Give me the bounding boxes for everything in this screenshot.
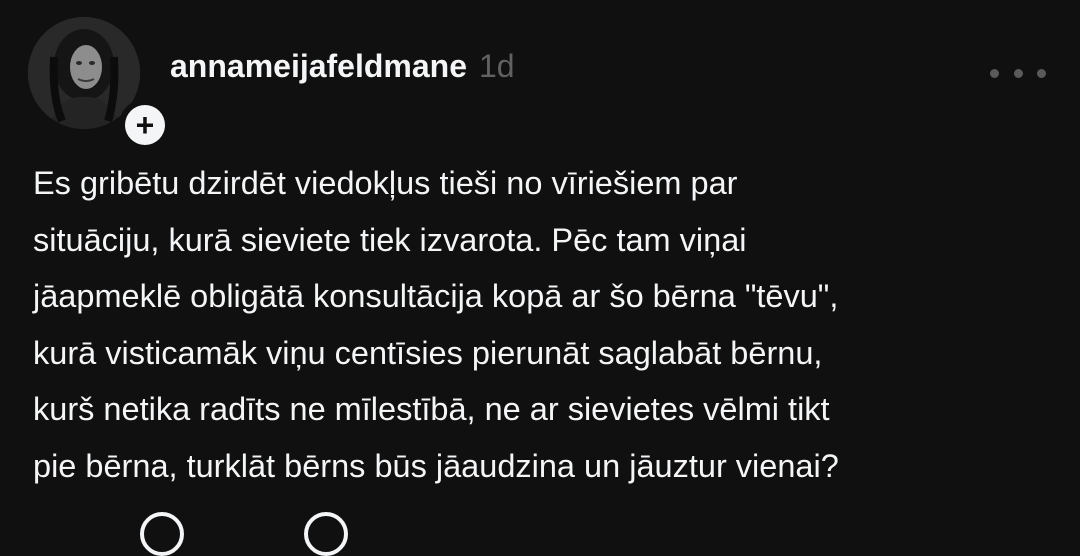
thread-post: + annameijafeldmane 1d Es gribētu dzirdē…	[0, 0, 1080, 556]
follow-button[interactable]: +	[119, 99, 171, 151]
post-text-line: Es gribētu dzirdēt viedokļus tieši no vī…	[33, 165, 738, 201]
more-horizontal-icon	[990, 68, 999, 78]
more-horizontal-icon	[1037, 68, 1046, 78]
username-link[interactable]: annameijafeldmane	[170, 48, 467, 85]
comment-icon[interactable]	[304, 512, 348, 556]
post-text-line: pie bērna, turklāt bērns būs jāaudzina u…	[33, 447, 839, 484]
post-text-line: kurš netika radīts ne mīlestībā, ne ar s…	[33, 391, 830, 427]
more-horizontal-icon	[1013, 68, 1023, 78]
more-options-button[interactable]	[990, 58, 1046, 88]
post-text-line: kurā visticamāk viņu centīsies pierunāt …	[33, 334, 823, 371]
post-text: Es gribētu dzirdēt viedokļus tieši no vī…	[33, 155, 1063, 494]
avatar-container: +	[28, 17, 171, 151]
like-icon[interactable]	[140, 512, 184, 556]
plus-icon: +	[125, 105, 165, 145]
post-actions	[140, 512, 348, 556]
post-text-line: situāciju, kurā sieviete tiek izvarota. …	[33, 221, 747, 258]
timestamp: 1d	[479, 48, 515, 84]
post-header: annameijafeldmane 1d	[170, 48, 515, 96]
post-text-line: jāapmeklē obligātā konsultācija kopā ar …	[33, 278, 839, 314]
